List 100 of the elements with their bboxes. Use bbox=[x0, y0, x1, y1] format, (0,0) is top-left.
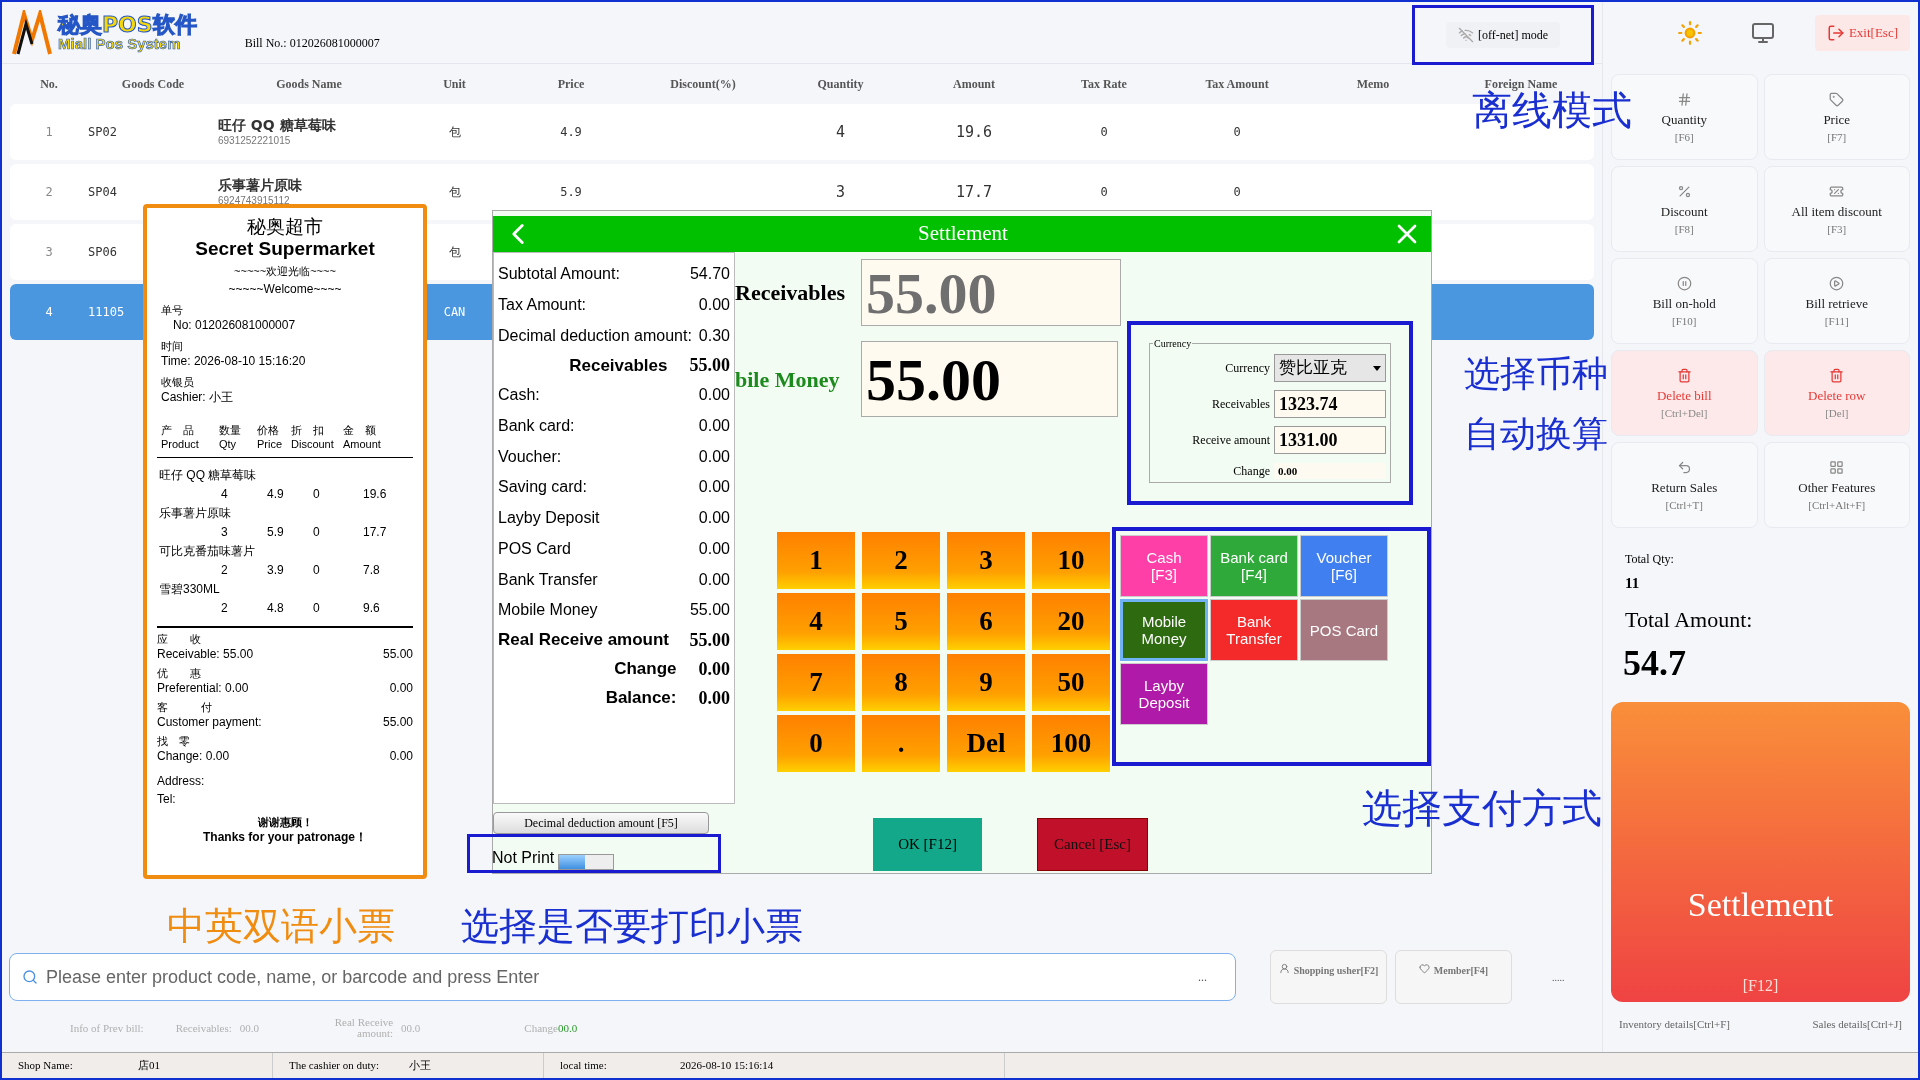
receipt-title: Secret Supermarket bbox=[195, 238, 375, 260]
summary-label: Bank card: bbox=[498, 416, 575, 437]
receipt-welcome: ~~~~~欢迎光临~~~~ bbox=[234, 264, 336, 279]
table-cell: 0 bbox=[1100, 125, 1108, 139]
keypad-key[interactable]: 0 bbox=[777, 715, 855, 772]
summary-label: Layby Deposit bbox=[498, 508, 600, 529]
receipt-column-label: 折 扣 bbox=[291, 423, 325, 437]
summary-label: Mobile Money bbox=[498, 600, 598, 621]
receipt-label: 应 收 bbox=[157, 632, 202, 647]
info-label: Real Receive amount: bbox=[333, 1017, 394, 1039]
keypad-key[interactable]: 50 bbox=[1032, 654, 1110, 711]
currency-receivables-field[interactable]: 1323.74 bbox=[1274, 390, 1386, 418]
table-cell: 1 bbox=[45, 125, 53, 139]
keypad-key[interactable]: 2 bbox=[862, 532, 940, 589]
summary-value: 55.00 bbox=[689, 600, 730, 621]
info-value: 00.0 bbox=[401, 1020, 421, 1036]
table-cell: 4 bbox=[45, 305, 53, 319]
info-label: Receivables: bbox=[175, 1020, 232, 1036]
column-header: Price bbox=[557, 76, 585, 93]
table-cell: 2 bbox=[45, 185, 53, 199]
function-button[interactable]: All item discount [F3] bbox=[1763, 166, 1910, 252]
search-field[interactable]: Please enter product code, name, or barcode and press Enter ... bbox=[9, 953, 1236, 1001]
keypad-key[interactable]: 100 bbox=[1032, 715, 1110, 772]
person-icon bbox=[1278, 963, 1290, 974]
payment-method-button[interactable]: POS Card bbox=[1300, 599, 1388, 661]
currency-select[interactable]: 赞比亚克 bbox=[1274, 354, 1386, 382]
field-label: Change bbox=[1233, 463, 1270, 480]
keypad-key[interactable]: 4 bbox=[777, 593, 855, 650]
goods-barcode: 6931252221015 bbox=[218, 134, 292, 147]
total-amount-value: 54.7 bbox=[1623, 641, 1687, 685]
percent-icon bbox=[1676, 183, 1692, 199]
function-button[interactable]: Other Features [Ctrl+Alt+F] bbox=[1763, 442, 1910, 528]
receipt-label: 单号 bbox=[161, 303, 184, 318]
summary-label: Balance: bbox=[605, 687, 677, 710]
function-button[interactable]: Price [F7] bbox=[1763, 74, 1910, 160]
monitor-icon[interactable] bbox=[1750, 21, 1775, 45]
receipt-text: Customer payment: bbox=[157, 715, 262, 730]
tag-icon bbox=[1829, 91, 1845, 107]
table-cell: SP02 bbox=[88, 125, 117, 139]
column-header: Discount(%) bbox=[670, 76, 736, 93]
payment-method-button[interactable]: Bank Transfer bbox=[1210, 599, 1298, 661]
receipt-column-label: Price bbox=[257, 437, 284, 451]
receipt-column-label: Qty bbox=[219, 437, 238, 451]
receipt-item-name: 可比克番茄味薯片 bbox=[158, 543, 256, 560]
summary-label: Decimal deduction amount: bbox=[498, 325, 692, 346]
print-toggle[interactable] bbox=[558, 854, 615, 870]
exit-button[interactable]: Exit[Esc] bbox=[1814, 15, 1910, 51]
summary-label: Subtotal Amount: bbox=[498, 264, 620, 285]
column-header: Tax Amount bbox=[1205, 76, 1269, 93]
decimal-deduction-button[interactable]: Decimal deduction amount [F5] bbox=[493, 812, 709, 834]
search-input[interactable]: Please enter product code, name, or barcode and press Enter bbox=[46, 963, 1190, 991]
keypad-key[interactable]: 5 bbox=[862, 593, 940, 650]
keypad-key[interactable]: 1 bbox=[777, 532, 855, 589]
keypad-key[interactable]: 9 bbox=[947, 654, 1025, 711]
toolbar-button[interactable]: Shopping usher[F2] bbox=[1270, 950, 1387, 1004]
payment-method-button[interactable]: Voucher [F6] bbox=[1300, 535, 1388, 597]
offline-mode-button[interactable]: [off-net] mode bbox=[1445, 21, 1561, 48]
field-label: Receive amount bbox=[1192, 432, 1270, 449]
payment-method-button[interactable]: Layby Deposit bbox=[1120, 663, 1208, 725]
table-cell: 4.9 bbox=[560, 125, 582, 139]
receipt-text: Cashier: 小王 bbox=[161, 390, 235, 405]
detail-link[interactable]: Sales details[Ctrl+J] bbox=[1812, 1015, 1902, 1032]
function-button[interactable]: Bill retrieve [F11] bbox=[1763, 258, 1910, 344]
dialog-title: Settlement bbox=[918, 220, 1008, 248]
payment-amount-field[interactable]: 55.00 bbox=[861, 341, 1118, 417]
annotation-text: 选择是否要打印小票 bbox=[461, 907, 803, 945]
caret-icon bbox=[1373, 365, 1381, 371]
function-button[interactable]: Delete bill [Ctrl+Del] bbox=[1611, 350, 1758, 436]
payment-method-button[interactable]: Mobile Money bbox=[1120, 599, 1208, 661]
keypad-key[interactable]: 20 bbox=[1032, 593, 1110, 650]
sun-icon[interactable] bbox=[1676, 20, 1703, 46]
receipt-cell-text: 2 bbox=[221, 562, 228, 579]
summary-label: POS Card bbox=[498, 538, 571, 559]
play-icon bbox=[1829, 275, 1845, 291]
goods-name: 乐事薯片原味 bbox=[218, 177, 303, 195]
currency-receive-field[interactable]: 1331.00 bbox=[1274, 426, 1386, 454]
detail-link[interactable]: Inventory details[Ctrl+F] bbox=[1619, 1015, 1730, 1032]
keypad-key[interactable]: . bbox=[862, 715, 940, 772]
function-button[interactable]: Delete row [Del] bbox=[1763, 350, 1910, 436]
keypad-key[interactable]: 6 bbox=[947, 593, 1025, 650]
column-header: No. bbox=[40, 76, 58, 93]
keypad-key[interactable]: Del bbox=[947, 715, 1025, 772]
toolbar-button[interactable]: Member[F4] bbox=[1395, 950, 1512, 1004]
function-button[interactable]: Discount [F8] bbox=[1611, 166, 1758, 252]
function-button[interactable]: Return Sales [Ctrl+T] bbox=[1611, 442, 1758, 528]
function-button[interactable]: Bill on-hold [F10] bbox=[1611, 258, 1758, 344]
keypad-key[interactable]: 8 bbox=[862, 654, 940, 711]
receipt-text: Preferential: 0.00 bbox=[157, 681, 249, 696]
status-label: local time: bbox=[559, 1058, 608, 1074]
receipt-value: 55.00 bbox=[382, 647, 413, 662]
column-header: Unit bbox=[443, 76, 466, 93]
keypad-key[interactable]: 7 bbox=[777, 654, 855, 711]
annotation-text: 中英双语小票 bbox=[167, 907, 395, 945]
receipt-cell-text: 0 bbox=[313, 562, 321, 579]
field-label: Receivables bbox=[1212, 396, 1270, 413]
keypad-key[interactable]: 10 bbox=[1032, 532, 1110, 589]
keypad-key[interactable]: 3 bbox=[947, 532, 1025, 589]
trash-icon bbox=[1676, 367, 1692, 383]
summary-label: Bank Transfer bbox=[498, 569, 598, 590]
ok-button[interactable]: OK [F12] bbox=[873, 818, 982, 871]
